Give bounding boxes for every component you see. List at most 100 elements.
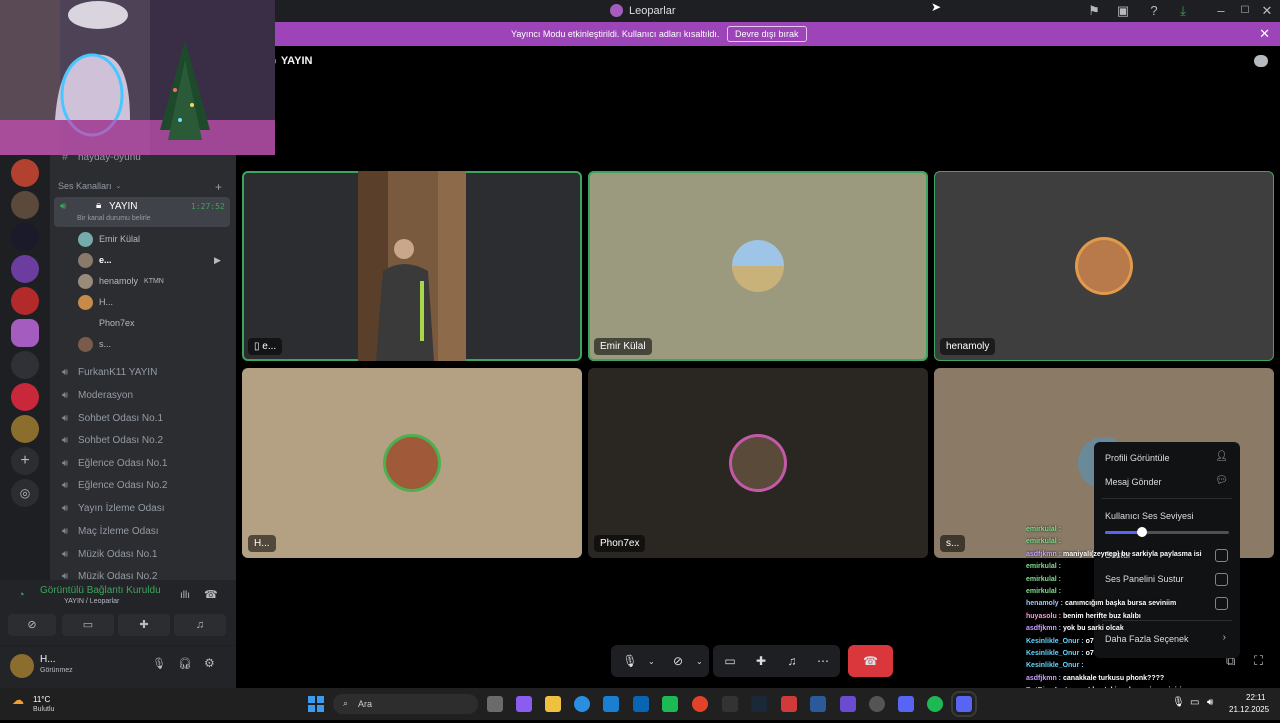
more-options-icon[interactable]: ⋯ — [808, 654, 839, 668]
fullscreen-icon[interactable]: ⛶ — [1254, 653, 1263, 669]
server-icon[interactable] — [11, 287, 39, 315]
epic-games-icon[interactable] — [722, 696, 738, 712]
voice-channel-item[interactable]: 🔊︎ Müzik Odası No.1 — [58, 544, 158, 564]
spotify-icon[interactable] — [927, 696, 943, 712]
voice-channel-item[interactable]: 🔊︎ Eğlence Odası No.2 — [58, 475, 168, 495]
voice-member[interactable]: Phon7ex — [78, 313, 135, 333]
voice-member[interactable]: Emir Külal — [78, 229, 140, 249]
server-icon[interactable] — [11, 383, 39, 411]
mute-soundboard-checkbox[interactable] — [1215, 573, 1228, 586]
add-server-icon[interactable]: + — [11, 447, 39, 475]
video-tile[interactable]: henamoly — [934, 171, 1274, 361]
soundboard-button[interactable]: ♫ — [174, 614, 226, 636]
chat-bubble-icon[interactable] — [1254, 55, 1268, 67]
server-icon[interactable] — [11, 255, 39, 283]
microphone-tray-icon[interactable]: 🎙︎ — [1172, 697, 1185, 708]
voice-channel-item[interactable]: 🔊︎ Sohbet Odası No.2 — [58, 430, 163, 450]
video-tile[interactable]: H... — [242, 368, 582, 558]
app-icon[interactable] — [810, 696, 826, 712]
banner-close-icon[interactable]: ✕ — [1259, 26, 1270, 42]
voice-channel-item[interactable]: 🔊︎ Müzik Odası No.2 — [58, 566, 158, 581]
copilot-icon[interactable] — [516, 696, 532, 712]
app-icon[interactable] — [898, 696, 914, 712]
voice-channel-item[interactable]: 🔊︎ Eğlence Odası No.1 — [58, 453, 168, 473]
leave-call-button[interactable]: ☎ — [848, 645, 893, 677]
file-explorer-icon[interactable] — [545, 696, 561, 712]
inbox-flag-icon[interactable]: ⚑ — [1086, 3, 1102, 19]
obs-icon[interactable] — [869, 696, 885, 712]
voice-member[interactable]: H... — [78, 292, 113, 312]
video-tile[interactable]: ▯ e... — [242, 171, 582, 361]
server-icon[interactable] — [11, 415, 39, 443]
task-view-icon[interactable] — [487, 696, 503, 712]
soundboard-icon[interactable]: ♫ — [777, 654, 808, 668]
server-icon[interactable] — [11, 223, 39, 251]
weather-temp[interactable]: 11°C — [33, 695, 50, 704]
send-message-item[interactable]: Mesaj Gönder — [1105, 477, 1162, 487]
app-icon[interactable] — [840, 696, 856, 712]
voice-channel-item[interactable]: 🔊︎ FurkanK11 YAYIN — [58, 362, 157, 382]
view-profile-item[interactable]: Profili Görüntüle — [1105, 453, 1170, 463]
microphone-icon[interactable]: 🎙︎ — [612, 654, 648, 668]
voice-member[interactable]: s... — [78, 334, 111, 354]
outlook-icon[interactable] — [633, 696, 649, 712]
edge-icon[interactable] — [574, 696, 590, 712]
camera-off-button[interactable]: ⊘ — [8, 614, 56, 636]
add-channel-icon[interactable]: + — [215, 180, 222, 194]
active-voice-channel[interactable]: 🔊︎ 🔒︎ YAYIN 1:27:52 Bir kanal durumu bel… — [54, 197, 230, 227]
activities-icon[interactable]: ✚ — [746, 654, 777, 668]
server-icon[interactable] — [11, 159, 39, 187]
voice-member[interactable]: e... — [78, 250, 112, 270]
close-window-icon[interactable]: ✕ — [1259, 3, 1275, 19]
microphone-icon[interactable]: 🎙︎ — [152, 657, 166, 670]
text-channel-item[interactable]: # hayday-oyunu — [58, 155, 141, 167]
server-icon[interactable] — [11, 191, 39, 219]
chrome-icon[interactable] — [692, 696, 708, 712]
avatar[interactable] — [10, 654, 34, 678]
microphone-control[interactable]: 🎙︎ ⌄ ⊘ ⌄ — [611, 645, 709, 677]
volume-tray-icon[interactable]: 🔊︎ — [1207, 697, 1213, 708]
noise-suppression-icon[interactable]: ıllı — [180, 590, 190, 601]
help-icon[interactable]: ? — [1146, 3, 1162, 19]
voice-channel-item[interactable]: 🔊︎ Maç İzleme Odası — [58, 521, 159, 541]
server-icon[interactable] — [11, 351, 39, 379]
voice-channel-item[interactable]: 🔊︎ Moderasyon — [58, 385, 133, 405]
voice-status-title[interactable]: Görüntülü Bağlantı Kuruldu — [40, 585, 161, 596]
server-icon-active[interactable] — [11, 319, 39, 347]
store-icon[interactable] — [603, 696, 619, 712]
screen-share-icon[interactable]: ▭ — [715, 654, 746, 668]
headphones-icon[interactable]: 🎧︎ — [178, 657, 192, 670]
maximize-icon[interactable]: ☐ — [1237, 3, 1253, 19]
voice-channel-item[interactable]: 🔊︎ Sohbet Odası No.1 — [58, 408, 163, 428]
app-icon[interactable] — [662, 696, 678, 712]
clock-time[interactable]: 22:11 — [1246, 693, 1265, 702]
clock-date[interactable]: 21.12.2025 — [1229, 705, 1269, 714]
mute-checkbox[interactable] — [1215, 549, 1228, 562]
voice-section-header[interactable]: Ses Kanalları ⌄ — [58, 176, 121, 196]
channel-status-placeholder[interactable]: Bir kanal durumu belirle — [77, 215, 151, 222]
steam-icon[interactable] — [751, 696, 767, 712]
chevron-down-icon[interactable]: ⌄ — [648, 657, 660, 666]
option-checkbox[interactable] — [1215, 597, 1228, 610]
disconnect-icon[interactable]: ☎ — [204, 588, 218, 601]
voice-member[interactable]: henamoly KTMN — [78, 271, 164, 291]
voice-channel-item[interactable]: 🔊︎ Yayın İzleme Odası — [58, 498, 165, 518]
mini-window-icon[interactable]: ▣ — [1115, 3, 1131, 19]
chevron-down-icon[interactable]: ⌄ — [696, 657, 708, 666]
discord-icon[interactable] — [951, 691, 977, 717]
search-box[interactable]: ⌕ Ara — [333, 694, 478, 714]
display-tray-icon[interactable]: ▭ — [1190, 697, 1199, 708]
activities-button[interactable]: ✚ — [118, 614, 170, 636]
camera-off-icon[interactable]: ⊘ — [660, 654, 696, 668]
explore-icon[interactable]: ◎ — [11, 479, 39, 507]
voice-status-subtitle[interactable]: YAYIN / Leoparlar — [64, 598, 119, 605]
video-tile[interactable]: Emir Külal — [588, 171, 928, 361]
download-icon[interactable]: ⤓ — [1175, 3, 1191, 19]
settings-gear-icon[interactable]: ⚙ — [204, 656, 215, 670]
video-tile[interactable]: Phon7ex — [588, 368, 928, 558]
username[interactable]: H... — [40, 654, 56, 665]
minimize-icon[interactable]: – — [1213, 3, 1229, 19]
app-icon[interactable] — [781, 696, 797, 712]
screen-share-button[interactable]: ▭ — [62, 614, 114, 636]
disable-streamer-mode-button[interactable]: Devre dışı bırak — [727, 26, 807, 42]
